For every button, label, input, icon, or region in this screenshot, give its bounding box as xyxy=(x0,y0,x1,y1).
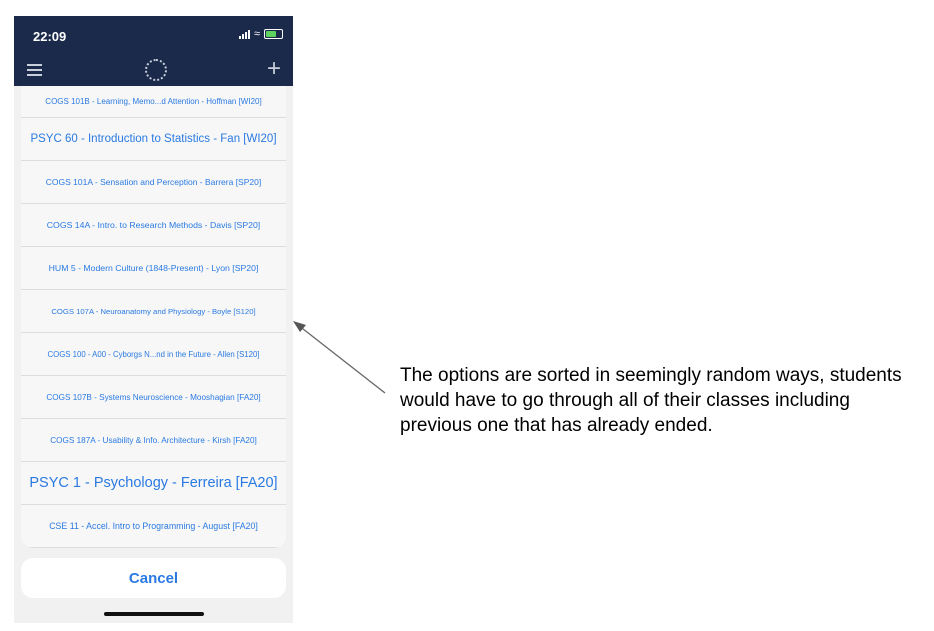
annotation-text: The options are sorted in seemingly rand… xyxy=(400,365,902,436)
arrow-line xyxy=(297,324,386,394)
annotation-arrow xyxy=(293,321,386,394)
